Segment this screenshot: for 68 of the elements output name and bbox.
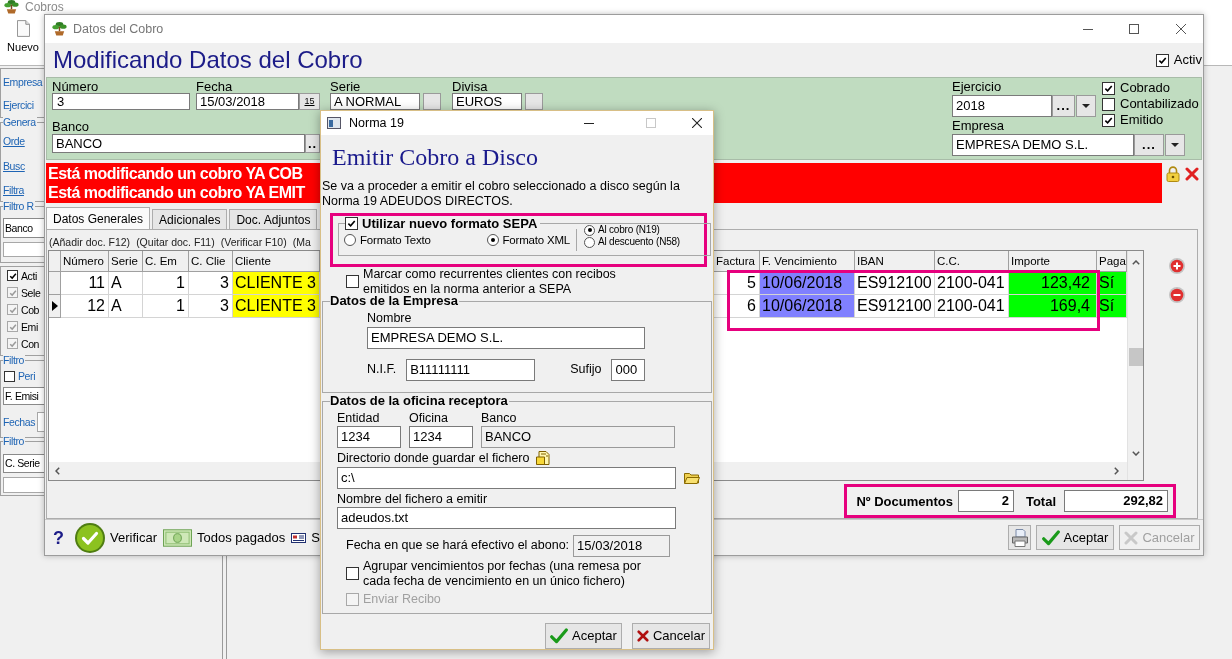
field-label: Fecha (196, 80, 233, 93)
field-label: Oficina (409, 410, 448, 426)
radio-label: Al descuento (N58) (598, 236, 680, 248)
checkbox-label: Enviar Recibo (363, 591, 441, 607)
field-label: Banco (481, 410, 517, 426)
table-cell: CLIENTE 3 (233, 295, 320, 318)
warning-text: Está modificando un cobro YA EMIT (48, 183, 305, 202)
table-cell: ES912100 (855, 272, 935, 295)
intro-text: Se va a proceder a emitir el cobro seleccionado a disco según la Norma 19 ADEUDOS DIRECTOS. (322, 179, 681, 209)
field-label: Nombre (367, 310, 412, 326)
field-label: Serie (330, 80, 361, 93)
checkbox-label: Emi (21, 320, 38, 333)
table-cell: 169,4 (1009, 295, 1097, 318)
field-label: Divisa (452, 80, 488, 93)
checkbox-label: Acti (21, 269, 37, 282)
table-cell: CLIENTE 3 (233, 272, 320, 295)
total-label: Nº Documentos (856, 493, 953, 509)
table-cell: 123,42 (1009, 272, 1097, 295)
total-label: Total (1025, 493, 1056, 509)
radio-label: Formato Texto (360, 233, 431, 247)
group-label: Filtro (3, 435, 25, 448)
shortcut-hint: (Ma (292, 235, 311, 249)
field-label: Banco (52, 120, 89, 134)
checkbox-label: Con (21, 337, 40, 350)
radio-label: Al cobro (N19) (598, 224, 660, 236)
field-label: Entidad (337, 410, 380, 426)
table-cell: 10/06/2018 (760, 295, 855, 318)
checkbox-label: Emitido (1120, 112, 1164, 128)
table-cell: ES912100 (855, 295, 935, 318)
field-label: Ejercicio (952, 80, 1002, 93)
table-cell: A (109, 272, 143, 295)
checkbox-label: Utilizar nuevo formato SEPA (362, 216, 538, 231)
radio-label: Formato XML (502, 233, 570, 247)
field-label: Sufijo (570, 362, 602, 378)
field-label: Número (52, 80, 99, 93)
checkbox-label: Cobrado (1120, 80, 1170, 96)
table-cell: 11 (61, 272, 109, 295)
checkbox-label: Peri (18, 370, 36, 382)
checkbox-label: Activ (1173, 52, 1202, 68)
group-label: Filtro R (3, 200, 35, 213)
group-label: Filtro (3, 354, 25, 367)
field-label: Directorio donde guardar el fichero (337, 450, 530, 466)
checkbox-label: Agrupar vencimientos por fechas (una remesa por cada fecha de vencimiento en un único fichero) (363, 558, 642, 589)
form-heading: Modificando Datos del Cobro (53, 46, 363, 74)
window-title: Cobros (25, 0, 64, 14)
dialog-heading: Emitir Cobro a Disco (332, 143, 538, 171)
table-cell: 1 (143, 295, 189, 318)
checkbox-label: Contabilizado (1120, 96, 1199, 112)
table-cell: A (109, 295, 143, 318)
field-label: Fecha en que se hará efectivo el abono: (346, 538, 570, 554)
window-title: Norma 19 (349, 116, 404, 130)
checkbox-label: Cob (21, 303, 40, 316)
warning-text: Está modificando un cobro YA COB (48, 164, 303, 183)
field-label: Empresa (952, 119, 1005, 132)
total-field: 292,82 (1064, 490, 1168, 512)
field-label: N.I.F. (367, 362, 397, 378)
total-field: 2 (957, 490, 1014, 512)
table-cell: 12 (61, 295, 109, 318)
shortcut-hint: (Añadir doc. F12) (49, 235, 131, 249)
window-title: Datos del Cobro (73, 22, 164, 36)
group-label: Genera (3, 116, 37, 129)
shortcut-hint: (Quitar doc. F11) (136, 235, 215, 249)
table-cell: 10/06/2018 (760, 272, 855, 295)
checkbox-label: Sele (21, 286, 41, 299)
shortcut-hint: (Verificar F10) (220, 235, 287, 249)
field-label: Nombre del fichero a emitir (337, 491, 488, 507)
field-label: Fechas (3, 416, 36, 428)
table-cell: 1 (143, 272, 189, 295)
